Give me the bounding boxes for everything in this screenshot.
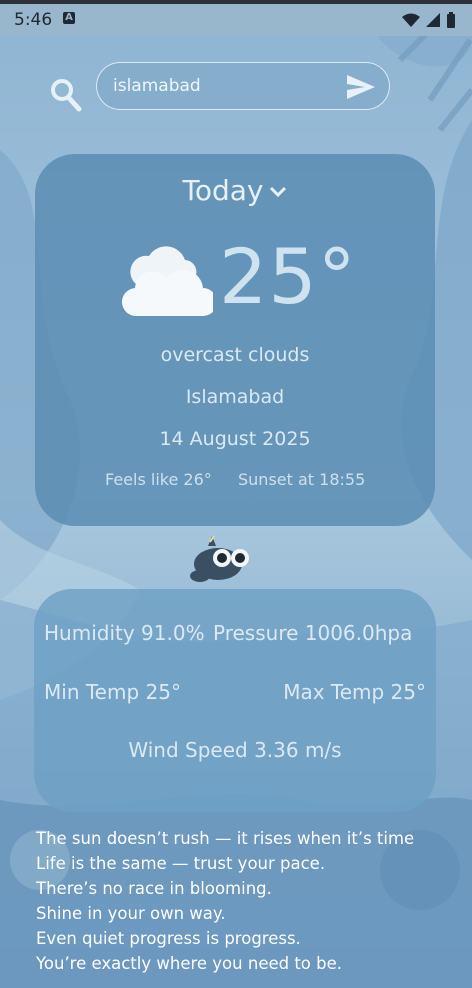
city-search-input[interactable] — [111, 69, 345, 103]
weather-description: overcast clouds — [160, 344, 310, 366]
quote-line: Life is the same — trust your pace. — [36, 854, 326, 873]
current-weather-card: Today 25° overcast clouds Islamabad 14 A… — [35, 154, 435, 526]
motivational-quotes: The sun doesn’t rush — it rises when it’… — [36, 826, 466, 976]
search-button[interactable] — [44, 73, 88, 117]
min-temp: Min Temp 25° — [44, 680, 181, 704]
max-temp: Max Temp 25° — [283, 680, 426, 704]
overcast-cloud-icon — [121, 246, 213, 317]
pressure: Pressure 1006.0hpa — [213, 621, 413, 645]
battery-icon — [447, 12, 455, 28]
send-icon[interactable] — [347, 75, 375, 99]
quote-line: Shine in your own way. — [36, 904, 226, 923]
status-time: 5:46 — [14, 10, 53, 30]
notification-app-icon: A — [63, 12, 75, 24]
mascot-creature-illustration — [190, 535, 249, 582]
day-selector[interactable]: Today — [35, 174, 435, 207]
temperature: 25° — [219, 232, 357, 321]
feels-like: Feels like 26° — [105, 470, 212, 489]
wifi-icon — [402, 13, 420, 27]
weather-details-card: Humidity 91.0% Pressure 1006.0hpa Min Te… — [34, 589, 436, 812]
quote-line: There’s no race in blooming. — [36, 879, 272, 898]
wind-speed: Wind Speed 3.36 m/s — [128, 738, 342, 762]
chevron-down-icon — [270, 186, 287, 198]
humidity: Humidity 91.0% — [44, 621, 205, 645]
status-bar-edge — [0, 0, 472, 4]
signal-icon — [426, 13, 440, 27]
sunset-time: Sunset at 18:55 — [238, 470, 366, 489]
day-label: Today — [182, 174, 264, 207]
search-icon — [51, 79, 82, 112]
weather-date: 14 August 2025 — [159, 428, 311, 450]
city-search-field[interactable] — [96, 62, 390, 110]
status-bar: 5:46 A — [0, 0, 472, 36]
city-name: Islamabad — [185, 386, 285, 408]
quote-line: The sun doesn’t rush — it rises when it’… — [36, 829, 415, 848]
quote-line: Even quiet progress is progress. — [36, 929, 301, 948]
quote-line: You’re exactly where you need to be. — [36, 954, 343, 973]
